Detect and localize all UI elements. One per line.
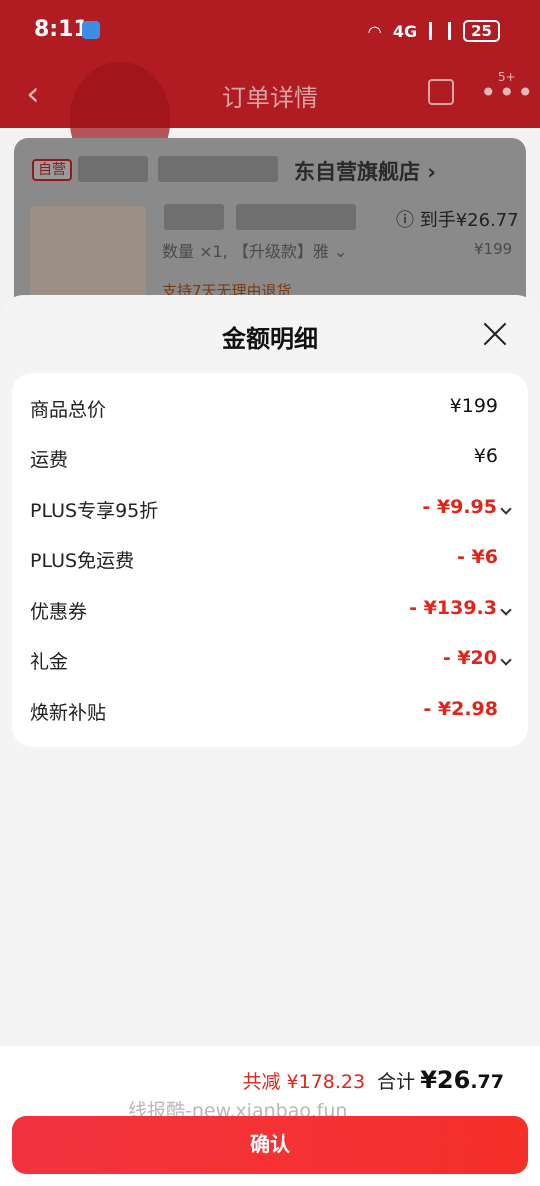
row-amount: - ¥9.95 [422,496,497,518]
final-price: ⓘ 到手¥26.77 [396,210,519,231]
wifi-icon: ◠ [368,21,381,41]
close-icon[interactable] [482,321,508,347]
total-amount-decimal: .77 [470,1071,504,1093]
row-label: PLUS免运费 [30,550,135,572]
row-plus-free-shipping: PLUS免运费 - ¥6 [12,534,528,584]
blurred-text [78,156,148,182]
row-label: 商品总价 [30,399,107,421]
network-type: 4G [392,21,418,41]
row-coupon[interactable]: 优惠券 - ¥139.3 [12,585,528,635]
row-shipping: 运费 ¥6 [12,433,528,483]
store-name[interactable]: 东自营旗舰店 › [294,156,436,186]
row-label: PLUS专享95折 [30,500,159,522]
total-saved: 共减 ¥178.23 [242,1071,366,1093]
blurred-text [164,204,224,230]
notification-badge: 5+ [498,70,516,84]
row-goods-total: 商品总价 ¥199 [12,383,528,433]
row-plus-discount[interactable]: PLUS专享95折 - ¥9.95 [12,484,528,534]
page-title: 订单详情 [222,84,318,112]
confirm-button[interactable]: 确认 [12,1116,528,1174]
amount-detail-card: 商品总价 ¥199 运费 ¥6 PLUS专享95折 - ¥9.95 PLUS免运… [12,373,528,747]
chevron-down-icon[interactable] [500,654,512,666]
status-time: 8:11 [34,17,89,42]
row-amount: - ¥2.98 [423,698,498,720]
total-label: 合计 [377,1071,416,1093]
footer-bar: 共减 ¥178.23 合计 ¥26.77 线报酷-new.xianbao.fun… [0,1046,540,1186]
row-amount: - ¥139.3 [409,597,497,619]
row-amount: ¥199 [449,395,498,417]
total-amount: ¥26 [420,1066,471,1094]
quantity-spec[interactable]: 数量 ×1, 【升级款】雅 ⌄ [162,238,347,262]
totals: 共减 ¥178.23 合计 ¥26.77 [242,1066,504,1094]
row-label: 礼金 [30,651,69,673]
blurred-text [236,204,356,230]
share-icon[interactable] [428,79,454,105]
sheet-title: 金额明细 [222,325,318,353]
blurred-text [158,156,278,182]
row-amount: ¥6 [473,445,498,467]
status-bar: 8:11 ◠ 4G 25 [0,0,540,62]
top-navigation: ‹ 订单详情 ••• 5+ [0,62,540,172]
app-notification-icon [82,21,100,39]
row-label: 焕新补贴 [30,702,107,724]
row-amount: - ¥20 [442,647,497,669]
row-amount: - ¥6 [457,546,498,568]
original-price: ¥199 [474,240,513,258]
chevron-down-icon[interactable] [500,503,512,515]
self-operated-tag: 自营 [32,159,72,181]
row-label: 运费 [30,449,69,471]
signal-icon [429,22,452,40]
row-label: 优惠券 [30,601,88,623]
status-icons: ◠ 4G 25 [369,20,500,42]
row-renewal-subsidy: 焕新补贴 - ¥2.98 [12,686,528,736]
row-gift-money[interactable]: 礼金 - ¥20 [12,635,528,685]
chevron-down-icon[interactable] [500,604,512,616]
battery-icon: 25 [463,20,500,42]
